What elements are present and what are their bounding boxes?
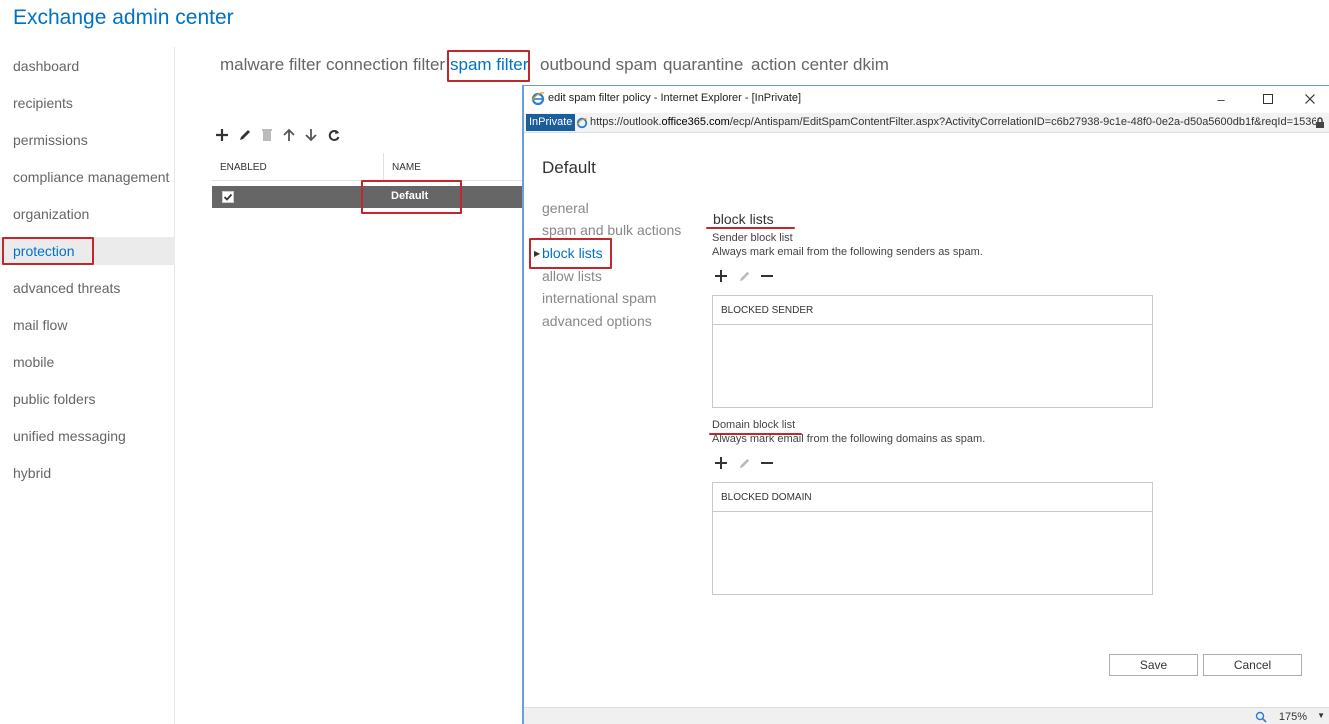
add-sender-icon[interactable] <box>712 267 730 285</box>
edit-domain-icon[interactable] <box>735 454 753 472</box>
column-divider <box>383 153 384 181</box>
refresh-icon[interactable] <box>324 124 344 146</box>
cancel-button[interactable]: Cancel <box>1203 654 1302 676</box>
section-heading: block lists <box>713 211 774 227</box>
nav-item-mail-flow[interactable]: mail flow <box>0 311 175 339</box>
zoom-dropdown-icon[interactable]: ▼ <box>1317 711 1325 720</box>
highlight-spam-filter <box>447 50 530 82</box>
edit-policy-window: edit spam filter policy - Internet Explo… <box>522 85 1329 724</box>
tab-action-center[interactable]: action center <box>744 50 855 80</box>
remove-sender-icon[interactable] <box>758 267 776 285</box>
dialog-nav-allow-lists[interactable]: allow lists <box>542 268 602 284</box>
lock-icon <box>1316 117 1324 128</box>
highlight-block-lists <box>529 238 612 269</box>
nav-item-recipients[interactable]: recipients <box>0 89 175 117</box>
move-up-icon[interactable] <box>279 124 299 146</box>
underline-block-lists <box>706 227 795 229</box>
edit-icon[interactable] <box>235 124 255 146</box>
status-bar: 175% ▼ <box>524 707 1329 724</box>
nav-item-public-folders[interactable]: public folders <box>0 385 175 413</box>
nav-item-dashboard[interactable]: dashboard <box>0 52 175 80</box>
blocked-domain-list[interactable]: BLOCKED DOMAIN <box>712 482 1153 595</box>
dialog-nav-advanced-options[interactable]: advanced options <box>542 313 652 329</box>
highlight-protection <box>2 237 94 265</box>
nav-item-compliance-management[interactable]: compliance management <box>0 163 175 191</box>
nav-item-organization[interactable]: organization <box>0 200 175 228</box>
add-icon[interactable] <box>212 124 232 146</box>
maximize-icon[interactable] <box>1258 89 1278 109</box>
nav-item-unified-messaging[interactable]: unified messaging <box>0 422 175 450</box>
blocked-domain-header: BLOCKED DOMAIN <box>713 483 1152 512</box>
zoom-level[interactable]: 175% <box>1279 711 1307 723</box>
dialog-nav-spam-and-bulk-actions[interactable]: spam and bulk actions <box>542 222 681 238</box>
highlight-default-row <box>361 180 462 214</box>
zoom-icon <box>1255 711 1267 723</box>
delete-icon[interactable] <box>257 124 277 146</box>
sender-block-list-description: Always mark email from the following sen… <box>712 246 983 258</box>
dialog-nav-general[interactable]: general <box>542 200 589 216</box>
blocked-sender-header: BLOCKED SENDER <box>713 296 1152 325</box>
dialog-title: Default <box>542 158 596 177</box>
add-domain-icon[interactable] <box>712 454 730 472</box>
window-titlebar: edit spam filter policy - Internet Explo… <box>524 86 1329 112</box>
inprivate-badge: InPrivate <box>526 114 576 131</box>
tab-quarantine[interactable]: quarantine <box>656 50 750 80</box>
domain-block-list-description: Always mark email from the following dom… <box>712 433 986 445</box>
minimize-icon[interactable]: – <box>1211 89 1231 109</box>
save-button[interactable]: Save <box>1109 654 1198 676</box>
nav-item-hybrid[interactable]: hybrid <box>0 459 175 487</box>
tab-outbound-spam[interactable]: outbound spam <box>533 50 664 80</box>
tab-dkim[interactable]: dkim <box>846 50 896 80</box>
dialog-nav-international-spam[interactable]: international spam <box>542 290 656 306</box>
nav-item-mobile[interactable]: mobile <box>0 348 175 376</box>
sender-block-list-label: Sender block list <box>712 232 793 244</box>
left-nav: dashboard recipients permissions complia… <box>0 47 175 724</box>
nav-item-advanced-threats[interactable]: advanced threats <box>0 274 175 302</box>
ie-icon <box>531 92 545 106</box>
tab-connection-filter[interactable]: connection filter <box>319 50 452 80</box>
window-title: edit spam filter policy - Internet Explo… <box>548 92 802 104</box>
url-text[interactable]: https://outlook.office365.com/ecp/Antisp… <box>590 116 1316 128</box>
enabled-checkbox[interactable] <box>222 191 234 203</box>
address-bar[interactable]: InPrivate https://outlook.office365.com/… <box>524 113 1329 133</box>
column-name[interactable]: NAME <box>392 162 421 173</box>
blocked-sender-list[interactable]: BLOCKED SENDER <box>712 295 1153 408</box>
edit-sender-icon[interactable] <box>735 267 753 285</box>
site-icon <box>576 117 588 129</box>
move-down-icon[interactable] <box>301 124 321 146</box>
table-header: ENABLED NAME <box>212 153 524 181</box>
close-icon[interactable] <box>1300 89 1320 109</box>
nav-item-permissions[interactable]: permissions <box>0 126 175 154</box>
app-title: Exchange admin center <box>13 6 234 29</box>
remove-domain-icon[interactable] <box>758 454 776 472</box>
domain-block-list-label: Domain block list <box>712 419 796 431</box>
column-enabled[interactable]: ENABLED <box>220 162 267 173</box>
tab-malware-filter[interactable]: malware filter <box>213 50 328 80</box>
